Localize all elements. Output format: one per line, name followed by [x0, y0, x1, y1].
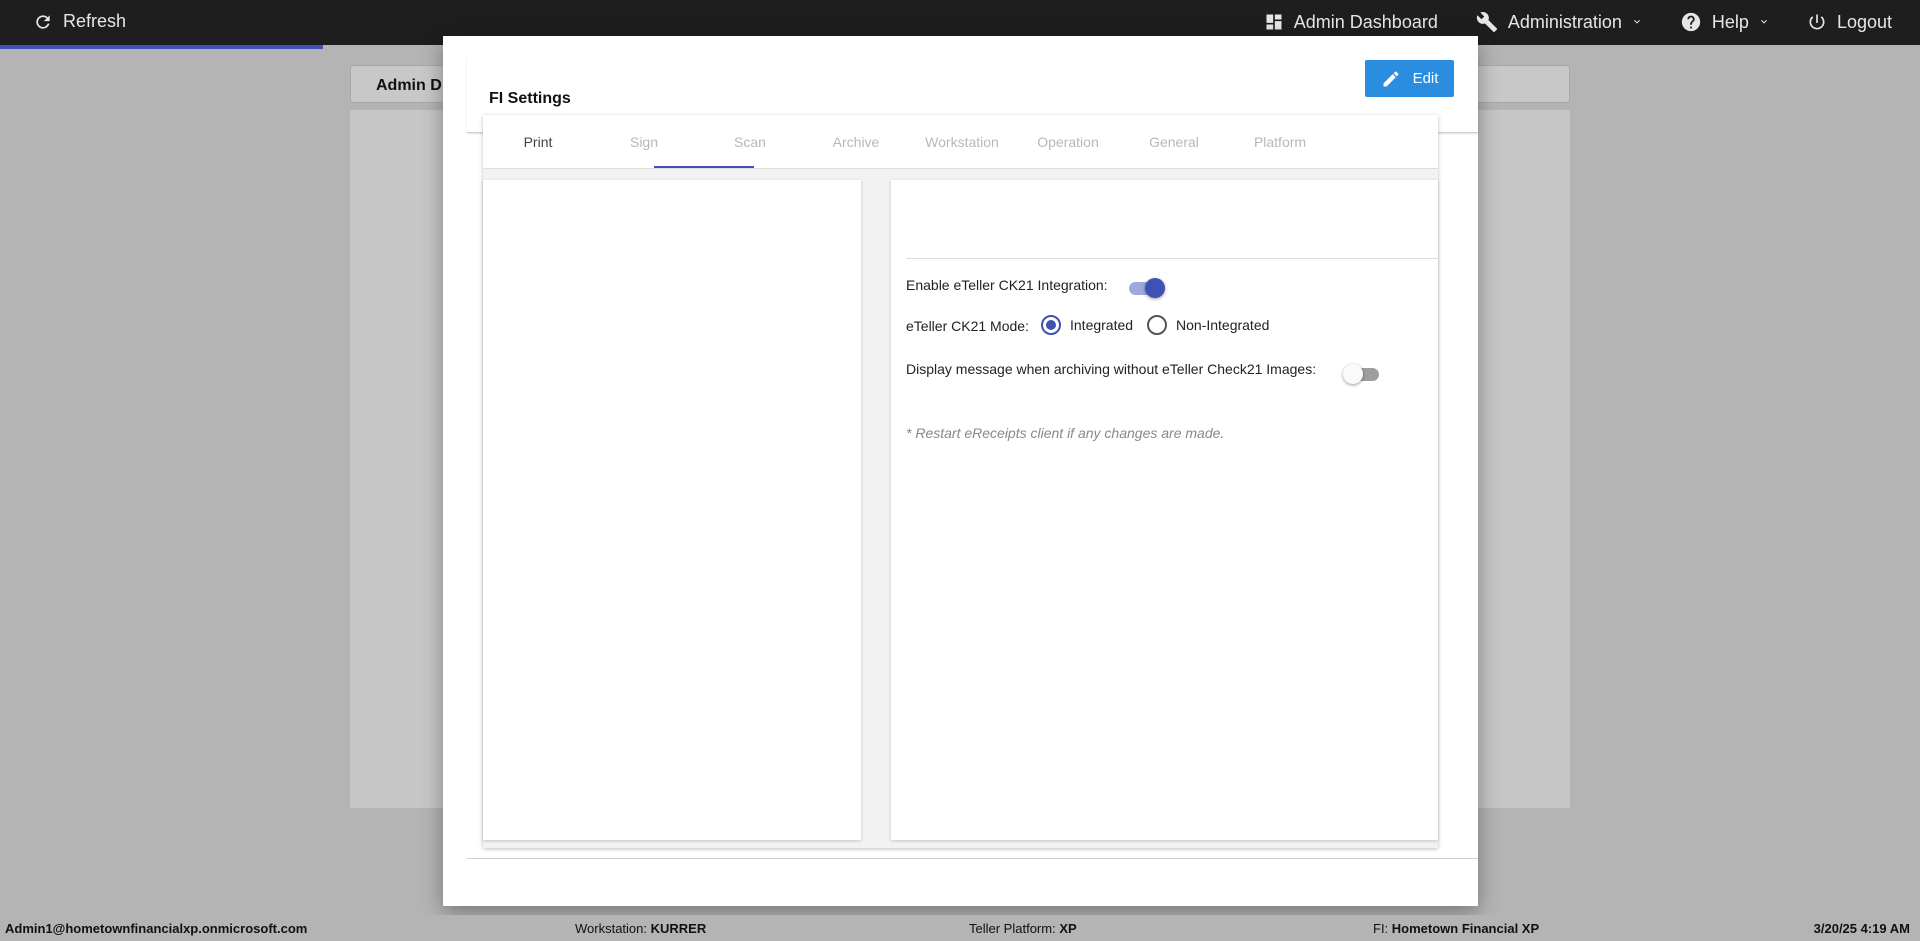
admin-dashboard-label: Admin Dashboard	[1293, 11, 1438, 32]
settings-tabs: Print Sign Scan Archive Workstation Oper…	[483, 115, 1438, 169]
status-platform-value: XP	[1059, 921, 1077, 936]
toggle-thumb	[1145, 278, 1165, 298]
tab-platform[interactable]: Platform	[1230, 115, 1330, 169]
restart-note: * Restart eReceipts client if any change…	[906, 425, 1225, 441]
status-platform-label: Teller Platform:	[969, 921, 1060, 936]
status-user: Admin1@hometownfinancialxp.onmicrosoft.c…	[5, 921, 307, 936]
status-fi-value: Hometown Financial XP	[1391, 921, 1540, 936]
refresh-button[interactable]: Refresh	[33, 11, 126, 32]
help-icon	[1681, 12, 1701, 32]
tab-workstation[interactable]: Workstation	[912, 115, 1012, 169]
logout-button[interactable]: Logout	[1807, 11, 1892, 33]
administration-menu[interactable]: Administration	[1476, 11, 1642, 33]
status-workstation: Workstation: KURRER	[575, 921, 706, 936]
background-page-title: Admin D	[376, 77, 442, 94]
radio-circle	[1041, 315, 1061, 335]
left-panel	[483, 180, 861, 840]
dashboard-icon	[1266, 14, 1282, 30]
edit-button-label: Edit	[1412, 70, 1439, 87]
ck21-mode-label: eTeller CK21 Mode:	[906, 318, 1029, 334]
power-icon	[1809, 14, 1825, 30]
tab-archive[interactable]: Archive	[806, 115, 906, 169]
logout-label: Logout	[1836, 11, 1892, 32]
settings-card: Print Sign Scan Archive Workstation Oper…	[483, 115, 1438, 848]
display-message-label: Display message when archiving without e…	[906, 361, 1317, 377]
radio-circle	[1147, 315, 1167, 335]
mode-integrated-label: Integrated	[1070, 317, 1134, 333]
enable-ck21-label: Enable eTeller CK21 Integration:	[906, 277, 1108, 293]
admin-dashboard-link[interactable]: Admin Dashboard	[1264, 11, 1438, 33]
edit-button[interactable]: Edit	[1365, 60, 1454, 97]
panel-divider	[906, 258, 1438, 259]
status-workstation-value: KURRER	[650, 921, 707, 936]
toggle-thumb	[1343, 364, 1363, 384]
tab-print[interactable]: Print	[488, 115, 588, 169]
tab-ink-bar	[654, 166, 754, 168]
wrench-icon	[1476, 12, 1497, 33]
status-datetime-value: 3/20/25 4:19 AM	[1813, 921, 1910, 936]
enable-ck21-toggle[interactable]	[1129, 278, 1165, 298]
status-fi: FI: Hometown Financial XP	[1373, 921, 1539, 936]
help-menu[interactable]: Help	[1680, 11, 1769, 33]
chevron-down-icon	[1760, 19, 1767, 24]
mode-integrated-radio[interactable]: Integrated	[1041, 315, 1133, 335]
tab-operation[interactable]: Operation	[1018, 115, 1118, 169]
status-user-value: Admin1@hometownfinancialxp.onmicrosoft.c…	[5, 921, 308, 936]
status-fi-label: FI:	[1373, 921, 1392, 936]
status-platform: Teller Platform: XP	[969, 921, 1077, 936]
help-label: Help	[1711, 11, 1749, 32]
modal-footer-divider	[467, 858, 1478, 859]
modal-title: FI Settings	[489, 90, 571, 107]
right-panel: Enable eTeller CK21 Integration: eTeller…	[891, 180, 1438, 840]
chevron-down-icon	[1633, 19, 1640, 24]
pencil-icon	[1383, 70, 1399, 86]
display-message-toggle[interactable]	[1343, 364, 1381, 384]
loading-progress-bar	[0, 45, 323, 49]
status-workstation-label: Workstation:	[575, 921, 651, 936]
refresh-label: Refresh	[63, 11, 127, 31]
tab-general[interactable]: General	[1124, 115, 1224, 169]
administration-label: Administration	[1507, 11, 1622, 32]
status-datetime: 3/20/25 4:19 AM	[1814, 921, 1910, 936]
mode-non-integrated-radio[interactable]: Non-Integrated	[1147, 315, 1269, 335]
refresh-icon	[36, 14, 50, 29]
tab-sign[interactable]: Sign	[594, 115, 694, 169]
tab-scan[interactable]: Scan	[700, 115, 800, 169]
mode-non-integrated-label: Non-Integrated	[1176, 317, 1270, 333]
status-bar: Admin1@hometownfinancialxp.onmicrosoft.c…	[0, 915, 1920, 941]
